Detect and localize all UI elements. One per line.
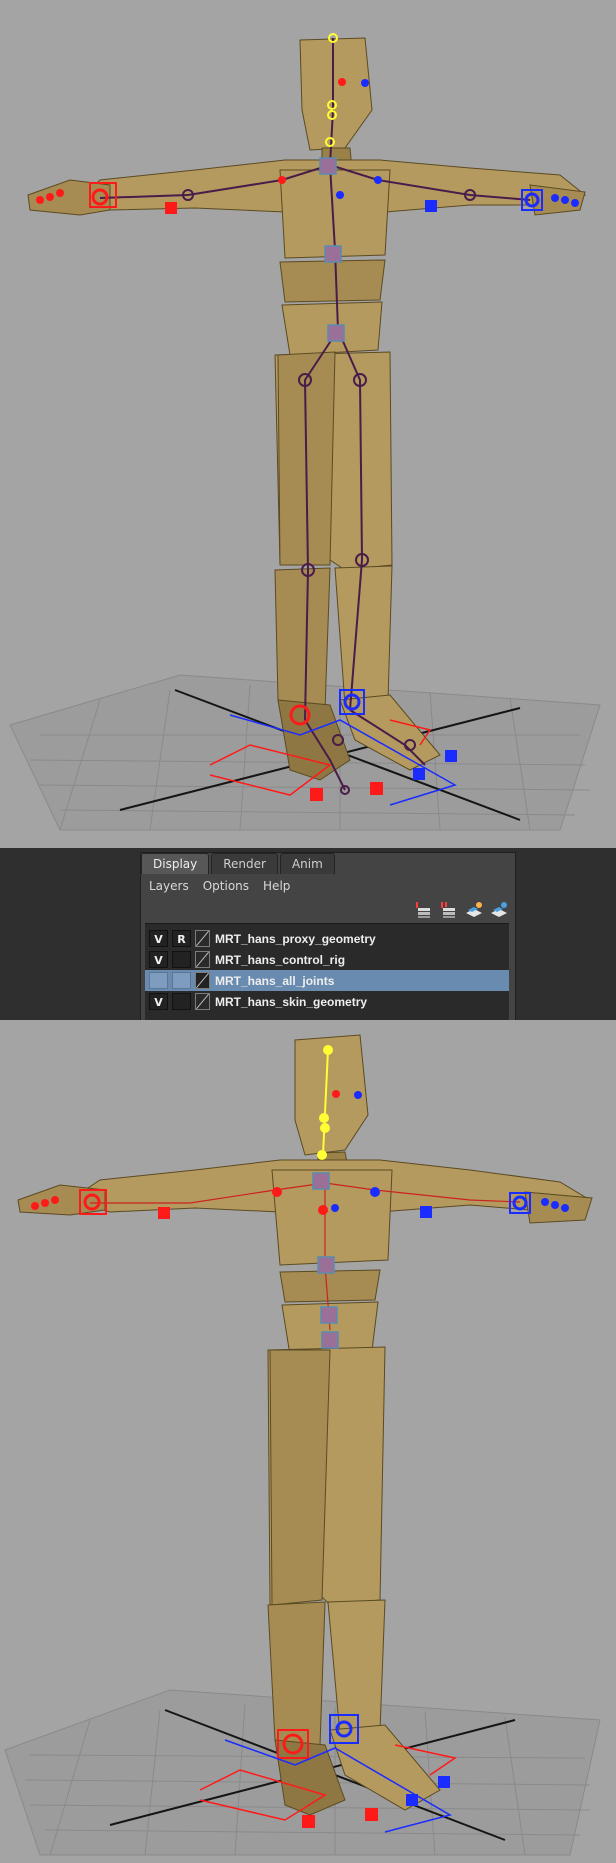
layer-row-control-rig[interactable]: V MRT_hans_control_rig: [145, 949, 509, 970]
layer-name[interactable]: MRT_hans_all_joints: [215, 974, 334, 988]
editor-strip: Display Render Anim Layers Options Help: [0, 848, 616, 1022]
layer-name[interactable]: MRT_hans_control_rig: [215, 953, 345, 967]
display-type-toggle[interactable]: [172, 993, 191, 1010]
visibility-toggle[interactable]: V: [149, 930, 168, 947]
viewport-bottom[interactable]: [0, 1020, 616, 1863]
layer-color-swatch[interactable]: [195, 972, 210, 989]
menu-layers[interactable]: Layers: [149, 876, 189, 896]
layer-editor-menubar: Layers Options Help: [149, 876, 304, 896]
layer-editor-tabs: Display Render Anim: [141, 853, 337, 875]
visibility-toggle[interactable]: V: [149, 993, 168, 1010]
viewport-bottom-scene: [4, 1034, 601, 1856]
layer-editor-panel: Display Render Anim Layers Options Help: [140, 852, 516, 1022]
character-skin-geometry: [17, 1034, 593, 1816]
menu-help[interactable]: Help: [263, 876, 290, 896]
layer-row-proxy-geometry[interactable]: V R MRT_hans_proxy_geometry: [145, 928, 509, 949]
layer-row-all-joints[interactable]: MRT_hans_all_joints: [145, 970, 509, 991]
layer-list: V R MRT_hans_proxy_geometry V MRT_hans_c…: [145, 923, 509, 1020]
layer-name[interactable]: MRT_hans_skin_geometry: [215, 995, 367, 1009]
visibility-toggle[interactable]: [149, 972, 168, 989]
layer-color-swatch[interactable]: [195, 993, 210, 1010]
new-empty-layer-icon[interactable]: [439, 900, 459, 920]
menu-options[interactable]: Options: [203, 876, 249, 896]
tab-display[interactable]: Display: [141, 853, 210, 874]
viewport-top[interactable]: [0, 0, 616, 848]
display-type-toggle[interactable]: [172, 972, 191, 989]
move-layer-down-icon[interactable]: [489, 900, 509, 920]
layer-color-swatch[interactable]: [195, 951, 210, 968]
layer-name[interactable]: MRT_hans_proxy_geometry: [215, 932, 376, 946]
visibility-toggle[interactable]: V: [149, 951, 168, 968]
move-layer-up-icon[interactable]: [464, 900, 484, 920]
display-type-toggle[interactable]: R: [172, 930, 191, 947]
tab-render[interactable]: Render: [211, 853, 278, 874]
layer-color-swatch[interactable]: [195, 930, 210, 947]
viewport-top-scene: [9, 33, 601, 831]
layer-editor-toolbar: [414, 900, 509, 922]
new-layer-from-selection-icon[interactable]: [414, 900, 434, 920]
layer-row-skin-geometry[interactable]: V MRT_hans_skin_geometry: [145, 991, 509, 1012]
tab-anim[interactable]: Anim: [279, 853, 335, 874]
display-type-toggle[interactable]: [172, 951, 191, 968]
